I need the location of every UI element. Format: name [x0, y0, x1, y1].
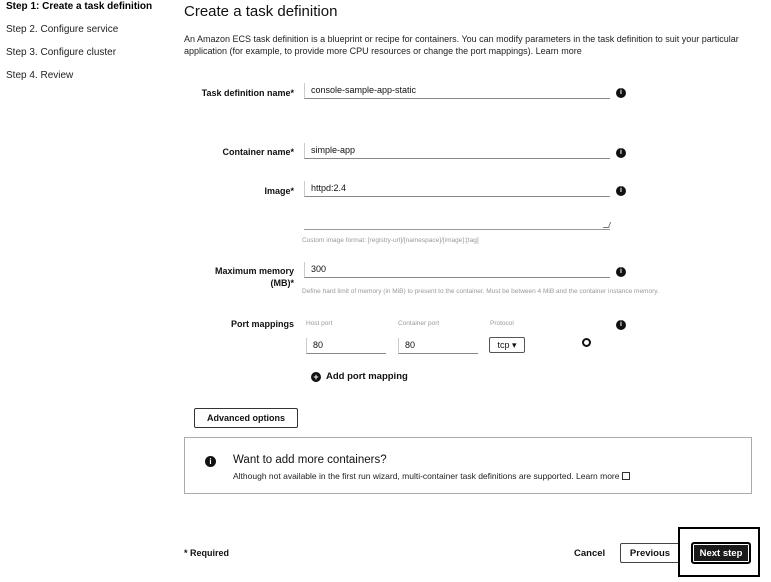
more-containers-notice: i Want to add more containers? Although …: [184, 437, 752, 494]
task-definition-name-label: Task definition name*: [201, 88, 294, 98]
plus-circle-icon: +: [311, 371, 321, 382]
caret-down-icon: ▾: [509, 340, 517, 350]
image-hint: Custom image format: [registry-url]/[nam…: [302, 237, 479, 244]
step-3-configure-cluster[interactable]: Step 3. Configure cluster: [6, 46, 176, 69]
wizard-steps: Step 1: Create a task definition Step 2.…: [6, 0, 176, 92]
port-mappings-info-icon[interactable]: i: [616, 320, 626, 330]
maximum-memory-label: Maximum memory (MB)*: [184, 265, 294, 289]
remove-port-mapping-icon[interactable]: [582, 338, 591, 347]
host-port-input[interactable]: 80: [306, 338, 386, 354]
info-icon: i: [205, 456, 216, 467]
host-port-header: Host port: [306, 320, 333, 327]
add-port-mapping-link[interactable]: + Add port mapping: [311, 371, 408, 382]
image-label: Image*: [264, 186, 294, 196]
notice-title: Want to add more containers?: [233, 454, 387, 466]
notice-text-content[interactable]: Although not available in the first run …: [233, 471, 619, 481]
intro-text: An Amazon ECS task definition is a bluep…: [184, 34, 739, 56]
required-note: * Required: [184, 548, 230, 558]
maximum-memory-label-line2: (MB)*: [270, 278, 295, 288]
cancel-button[interactable]: Cancel: [574, 548, 605, 559]
protocol-select[interactable]: tcp ▾: [489, 337, 525, 353]
container-name-input[interactable]: simple-app: [304, 143, 610, 159]
port-mappings-label: Port mappings: [230, 319, 294, 329]
container-port-header: Container port: [398, 320, 440, 327]
notice-text: Although not available in the first run …: [233, 471, 631, 481]
container-name-label: Container name*: [222, 147, 294, 157]
maximum-memory-label-line1: Maximum memory: [214, 266, 294, 276]
external-link-icon[interactable]: [622, 472, 631, 480]
step-1-create-task-definition[interactable]: Step 1: Create a task definition: [6, 0, 176, 23]
protocol-value: tcp: [497, 340, 510, 350]
previous-button[interactable]: Previous: [620, 543, 680, 563]
image-input[interactable]: httpd:2.4: [304, 181, 610, 197]
maximum-memory-info-icon[interactable]: i: [616, 267, 626, 277]
container-name-info-icon[interactable]: i: [616, 148, 626, 158]
maximum-memory-hint: Define hard limit of memory (in MiB) to …: [302, 288, 659, 295]
task-definition-name-info-icon[interactable]: i: [616, 88, 626, 98]
image-info-icon[interactable]: i: [616, 186, 626, 196]
page-title: Create a task definition: [184, 3, 338, 20]
next-step-button[interactable]: Next step: [691, 542, 751, 564]
task-definition-name-input[interactable]: console-sample-app-static: [304, 83, 610, 99]
advanced-options-button[interactable]: Advanced options: [194, 408, 298, 428]
image-extra-textarea[interactable]: [304, 206, 612, 230]
add-port-mapping-label: Add port mapping: [326, 371, 408, 382]
protocol-header: Protocol: [490, 320, 514, 327]
resize-grip-icon[interactable]: [602, 222, 612, 228]
step-4-review[interactable]: Step 4. Review: [6, 69, 176, 92]
step-2-configure-service[interactable]: Step 2. Configure service: [6, 23, 176, 46]
maximum-memory-input[interactable]: 300: [304, 262, 610, 278]
container-port-input[interactable]: 80: [398, 338, 478, 354]
